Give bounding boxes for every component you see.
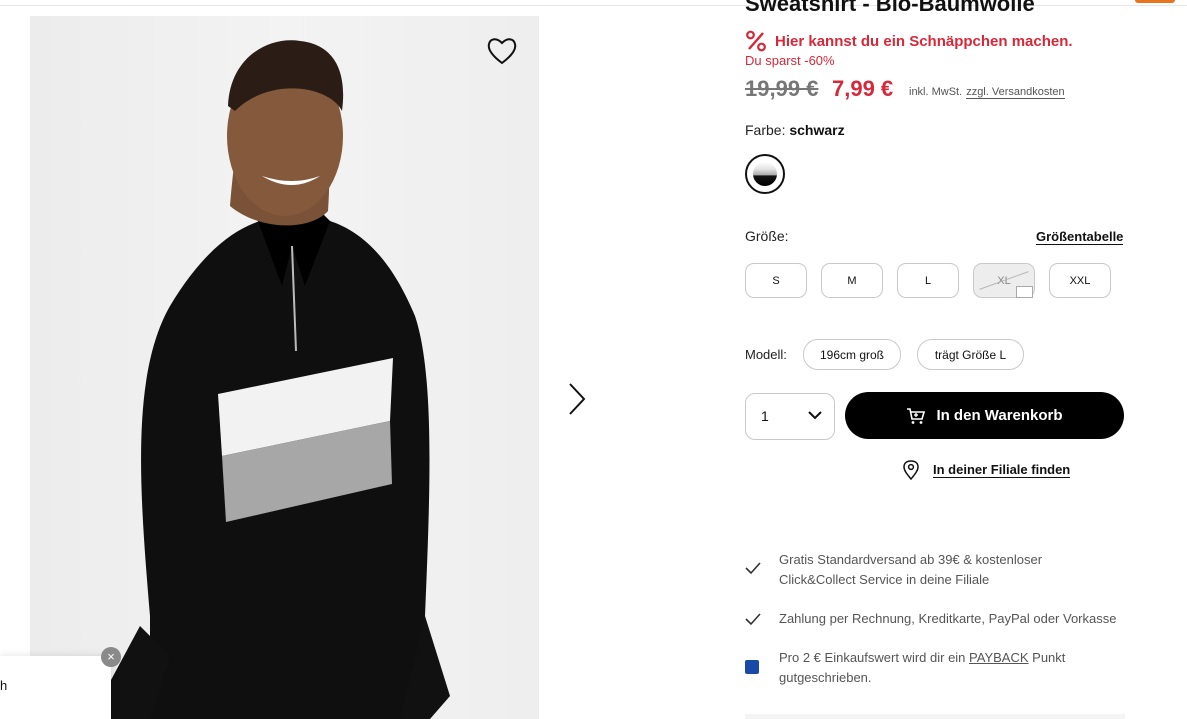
color-value: schwarz: [789, 122, 845, 138]
wishlist-heart-icon[interactable]: [486, 36, 518, 66]
percent-icon: [746, 30, 766, 52]
envelope-notify-icon: [1016, 286, 1033, 298]
close-icon[interactable]: ×: [101, 647, 121, 667]
size-option-label: M: [847, 274, 857, 287]
chevron-down-icon: [808, 411, 822, 420]
checkmark-icon: [745, 613, 761, 626]
bottom-divider: [745, 714, 1125, 719]
vat-note: inkl. MwSt. zzgl. Versandkosten: [909, 86, 1065, 99]
benefit-shipping-text: Gratis Standardversand ab 39€ & kostenlo…: [779, 550, 1119, 590]
popup-text: h: [0, 678, 8, 693]
product-title: Sweatshirt - Bio-Baumwolle: [745, 0, 1035, 16]
size-option-label: L: [924, 274, 932, 287]
shipping-cost-link[interactable]: zzgl. Versandkosten: [966, 86, 1065, 99]
top-accent-bar: [1135, 0, 1175, 3]
color-swatch-schwarz[interactable]: [745, 154, 785, 194]
quantity-select[interactable]: 1: [745, 393, 835, 440]
size-chart-link[interactable]: Größentabelle: [1036, 229, 1124, 245]
model-height-chip: 196cm groß: [803, 339, 901, 370]
size-option-m[interactable]: M: [821, 263, 883, 298]
checkmark-icon: [745, 562, 761, 575]
old-price: 19,99 €: [745, 76, 819, 101]
benefit-payment-text: Zahlung per Rechnung, Kreditkarte, PayPa…: [779, 611, 1117, 626]
payback-badge: [745, 660, 759, 674]
size-option-label: XXL: [1069, 274, 1091, 287]
sale-price: 7,99 €: [832, 76, 894, 101]
payback-after: Punkt: [1032, 650, 1066, 665]
vat-text: inkl. MwSt.: [909, 86, 963, 98]
find-store-link[interactable]: In deiner Filiale finden: [903, 460, 1071, 480]
chevron-right-icon[interactable]: [562, 380, 590, 418]
deal-banner: Hier kannst du ein Schnäppchen machen.: [745, 30, 1073, 52]
payback-link[interactable]: PAYBACK: [969, 650, 1028, 665]
deal-text: Hier kannst du ein Schnäppchen machen.: [775, 32, 1073, 50]
size-selector: S M L XL XXL: [745, 263, 1125, 298]
size-option-l[interactable]: L: [897, 263, 959, 298]
add-to-cart-label: In den Warenkorb: [936, 407, 1063, 424]
payback-before: Pro 2 € Einkaufswert wird dir ein: [779, 650, 966, 665]
size-option-xxl[interactable]: XXL: [1049, 263, 1111, 298]
color-label: Farbe: schwarz: [745, 122, 845, 138]
cart-icon: [907, 407, 926, 424]
size-label: Größe:: [745, 228, 789, 244]
color-label-text: Farbe:: [745, 122, 786, 138]
swatch-fill: [753, 162, 777, 186]
size-option-xl-unavailable[interactable]: XL: [973, 263, 1035, 298]
benefit-payback-text: Pro 2 € Einkaufswert wird dir ein PAYBAC…: [779, 648, 1119, 688]
benefit-payback-line2: gutgeschrieben.: [779, 670, 872, 685]
benefit-payback-line1: Pro 2 € Einkaufswert wird dir ein PAYBAC…: [779, 648, 1119, 668]
add-to-cart-button[interactable]: In den Warenkorb: [845, 392, 1124, 439]
bottom-popup[interactable]: h: [0, 656, 111, 719]
size-option-s[interactable]: S: [745, 263, 807, 298]
model-size-text: trägt Größe L: [934, 347, 1007, 362]
model-illustration: [90, 40, 450, 719]
find-store-label: In deiner Filiale finden: [933, 462, 1071, 478]
size-option-label: S: [772, 274, 780, 287]
product-image[interactable]: [30, 16, 539, 719]
quantity-value: 1: [761, 408, 769, 424]
model-size-chip: trägt Größe L: [917, 339, 1024, 370]
location-pin-icon: [903, 460, 919, 480]
payback-icon: [745, 660, 761, 676]
model-label: Modell:: [745, 347, 787, 362]
model-height-text: 196cm groß: [819, 347, 885, 362]
savings-text: Du sparst -60%: [745, 53, 835, 68]
benefit-shipping-line2: Click&Collect Service in deine Filiale: [779, 572, 990, 587]
benefit-shipping-line1: Gratis Standardversand ab 39€ & kostenlo…: [779, 552, 1043, 567]
